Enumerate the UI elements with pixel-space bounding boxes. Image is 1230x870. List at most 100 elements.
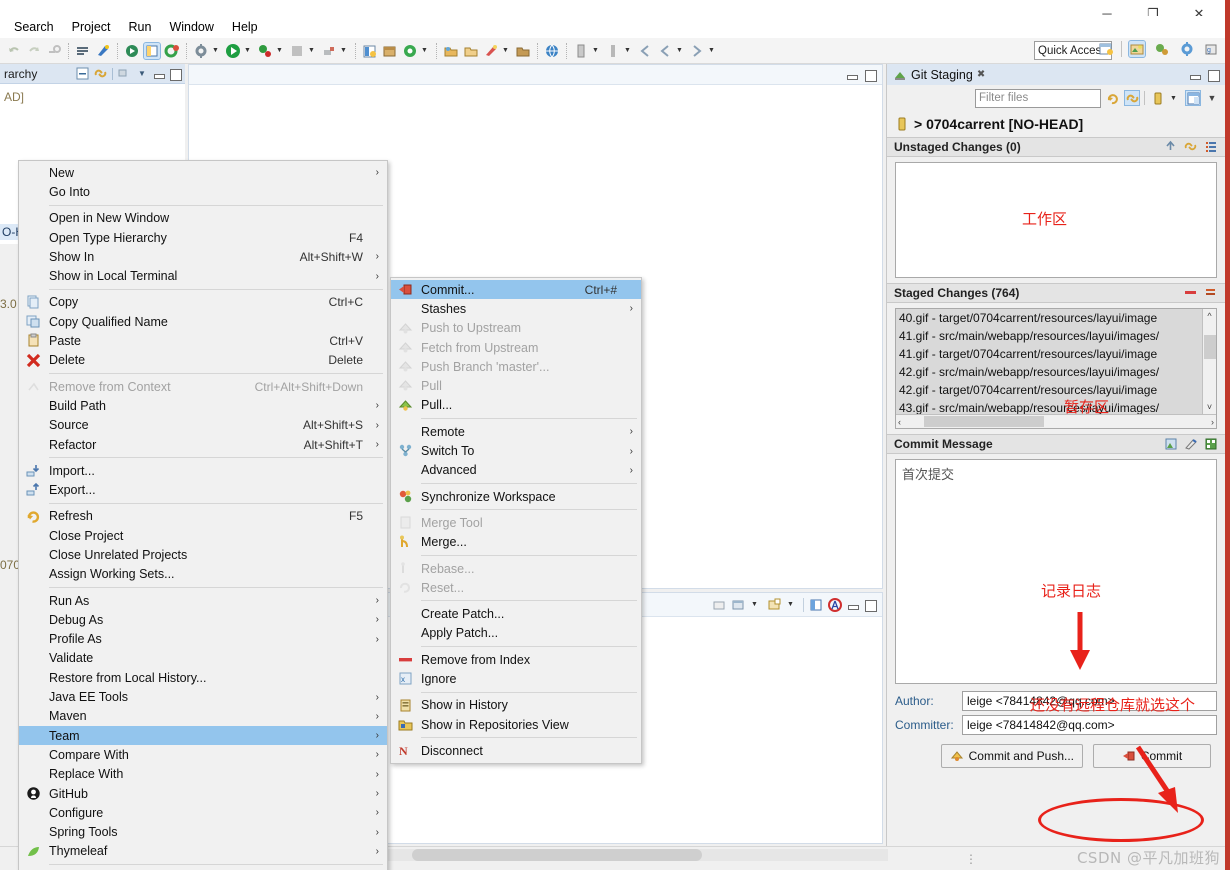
menu-item-maven[interactable]: Maven › [19,707,387,726]
display-console-dropdown[interactable] [750,597,759,613]
menu-window[interactable]: Window [160,18,222,36]
team-submenu[interactable]: Commit... Ctrl+# Stashes › Push to Upstream F… [390,277,642,764]
bookmark-icon[interactable] [515,43,531,59]
minimize-editor-icon[interactable] [846,69,858,81]
view-filter-icon[interactable] [117,67,131,81]
prev-annotation-icon[interactable] [637,43,653,59]
author-input[interactable]: leige <78414842@qq.com> [962,691,1217,711]
menu-item-remove-from-index[interactable]: Remove from Index [391,650,641,669]
undo-icon[interactable] [6,43,22,59]
staged-file-row[interactable]: 42.gif - src/main/webapp/resources/layui… [896,363,1216,381]
scroll-down-arrow-icon[interactable]: ˅ [1207,402,1212,412]
menu-item-assign-working-sets[interactable]: Assign Working Sets... [19,565,387,584]
filter-files-input[interactable]: Filter files [975,88,1101,108]
unstaged-link-icon[interactable] [1184,140,1198,154]
menu-item-source[interactable]: Source Alt+Shift+S › [19,416,387,435]
menu-item-show-in[interactable]: Show In Alt+Shift+W › [19,247,387,266]
forward-nav-dropdown[interactable] [707,43,716,59]
menu-item-open-type-hierarchy[interactable]: Open Type Hierarchy F4 [19,228,387,247]
toggle-view-icon[interactable] [143,41,161,60]
committer-input[interactable]: leige <78414842@qq.com> [962,715,1217,735]
menu-item-commit[interactable]: Commit... Ctrl+# [391,280,641,300]
perspective-debug-icon[interactable] [1179,41,1195,57]
staged-file-row[interactable]: 41.gif - target/0704carrent/resources/la… [896,345,1216,363]
repository-selector-icon[interactable] [1150,91,1164,105]
menu-item-new[interactable]: New › [19,163,387,182]
view-menu-icon[interactable]: ▼ [1205,91,1219,105]
new-class-icon[interactable] [402,43,418,59]
menu-item-stashes[interactable]: Stashes › [391,299,641,318]
run-icon[interactable] [225,43,241,59]
menu-item-advanced[interactable]: Advanced › [391,461,641,480]
scroll-right-arrow-icon[interactable]: › [1211,417,1214,427]
web-browser-icon[interactable] [544,43,560,59]
refresh-staging-icon[interactable] [1106,91,1120,105]
stop-dropdown[interactable] [307,43,316,59]
menu-item-show-in-repositories-view[interactable]: Show in Repositories View [391,715,641,734]
external-tools-dropdown[interactable] [211,43,220,59]
menu-item-merge[interactable]: Merge... [391,533,641,552]
unstaged-changes-list[interactable] [895,162,1217,278]
hierarchy-view-tab[interactable]: rarchy ▼ [0,64,185,84]
unstaged-list-mode-icon[interactable] [1204,140,1218,154]
perspective-git-icon[interactable]: g [1204,41,1220,57]
perspective-web-icon[interactable] [1154,41,1170,57]
staged-file-row[interactable]: 40.gif - target/0704carrent/resources/la… [896,309,1216,327]
commit-and-push-button[interactable]: Commit and Push... [940,744,1083,768]
menu-search[interactable]: Search [5,18,63,36]
back-icon[interactable] [46,43,62,59]
menu-item-switch-to[interactable]: Switch To › [391,441,641,460]
menu-item-profile-as[interactable]: Profile As › [19,630,387,649]
save-all-icon[interactable] [75,43,91,59]
unstage-all-icon[interactable] [1184,286,1198,300]
coverage-dropdown[interactable] [339,43,348,59]
minimize-git-view-icon[interactable] [1189,69,1201,81]
staged-list-mode-icon[interactable] [1204,286,1218,300]
menu-item-compare-with[interactable]: Compare With › [19,745,387,764]
collapse-all-icon[interactable] [76,67,90,81]
menu-item-open-in-new-window[interactable]: Open in New Window [19,209,387,228]
menu-item-configure[interactable]: Configure › [19,803,387,822]
staged-file-row[interactable]: 42.gif - target/0704carrent/resources/la… [896,381,1216,399]
view-menu-icon[interactable]: ▼ [135,67,149,81]
menu-item-refactor[interactable]: Refactor Alt+Shift+T › [19,435,387,454]
menu-item-apply-patch[interactable]: Apply Patch... [391,624,641,643]
new-console-icon[interactable] [767,598,781,612]
open-type-icon[interactable] [463,43,479,59]
menu-item-go-into[interactable]: Go Into [19,182,387,201]
search-tool-icon[interactable] [483,43,499,59]
signed-off-icon[interactable] [1184,437,1198,451]
menu-item-restore-from-local-history[interactable]: Restore from Local History... [19,668,387,687]
error-log-icon[interactable] [828,597,842,612]
menu-item-synchronize-workspace[interactable]: Synchronize Workspace [391,487,641,506]
annotate-icon[interactable] [605,43,621,59]
new-class-dropdown[interactable] [420,43,429,59]
git-staging-tab[interactable]: Git Staging ✖ [887,64,1225,85]
repository-selector-dropdown[interactable] [1169,90,1178,106]
perspective-dropdown[interactable] [591,43,600,59]
commit-button[interactable]: Commit [1093,744,1211,768]
add-change-id-icon[interactable] [1204,437,1218,451]
minimize-bottom-view-icon[interactable] [847,599,859,611]
menu-item-copy[interactable]: Copy Ctrl+C [19,293,387,312]
menu-item-pull[interactable]: Pull... [391,396,641,415]
minimize-view-icon[interactable] [153,68,165,80]
back-nav-icon[interactable] [657,43,673,59]
menu-item-import[interactable]: Import... [19,461,387,480]
maximize-bottom-view-icon[interactable] [864,599,877,612]
menu-item-paste[interactable]: Paste Ctrl+V [19,331,387,350]
context-menu[interactable]: New › Go Into Open in New Window Open Type H… [18,160,388,870]
menu-item-show-in-local-terminal[interactable]: Show in Local Terminal › [19,266,387,285]
menu-item-create-patch[interactable]: Create Patch... [391,604,641,623]
menu-item-close-unrelated-projects[interactable]: Close Unrelated Projects [19,545,387,564]
menu-item-java-ee-tools[interactable]: Java EE Tools › [19,687,387,706]
new-java-project-icon[interactable] [362,43,378,59]
close-tab-icon[interactable]: ✖ [977,69,985,80]
editor-horizontal-scroll-thumb[interactable] [412,849,702,861]
menu-item-github[interactable]: GitHub › [19,784,387,803]
menu-item-show-in-history[interactable]: Show in History [391,696,641,715]
menu-item-remote[interactable]: Remote › [391,422,641,441]
menu-item-ignore[interactable]: x Ignore [391,669,641,688]
scroll-thumb[interactable] [1204,335,1216,359]
menu-item-spring-tools[interactable]: Spring Tools › [19,823,387,842]
